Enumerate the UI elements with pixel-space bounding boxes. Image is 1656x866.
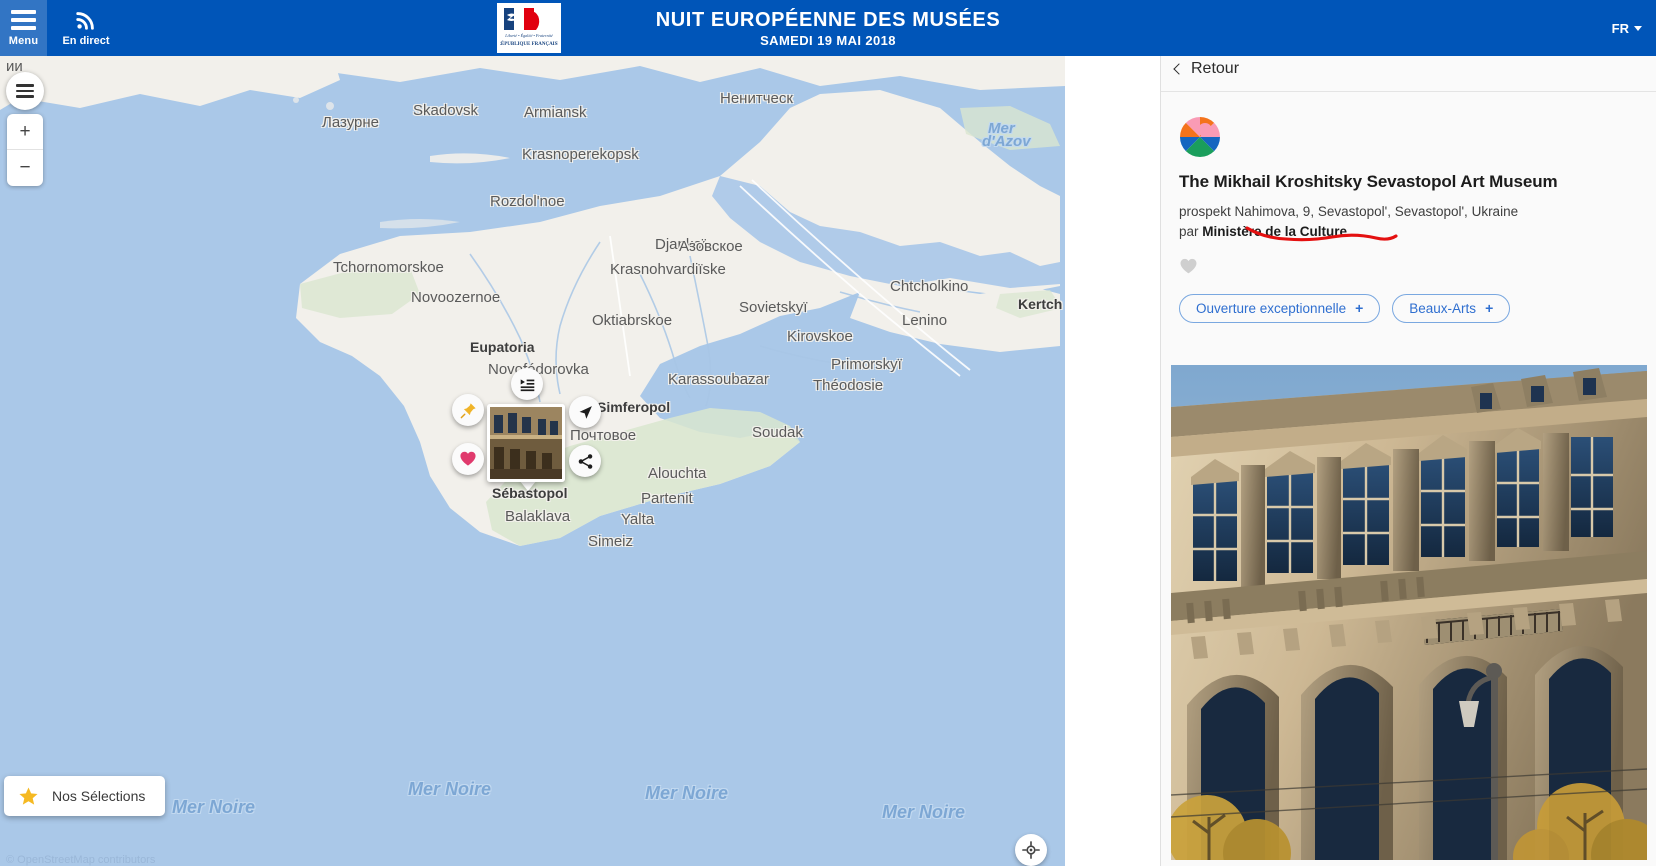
menu-button[interactable]: Menu xyxy=(0,0,47,56)
navigate-icon xyxy=(579,405,592,419)
poi-share-button[interactable] xyxy=(569,445,601,477)
live-label: En direct xyxy=(62,35,110,47)
tag-label: Ouverture exceptionnelle xyxy=(1196,300,1347,316)
svg-text:RÉPUBLIQUE FRANÇAISE: RÉPUBLIQUE FRANÇAISE xyxy=(500,41,558,47)
heart-outline-icon[interactable] xyxy=(1179,257,1198,276)
zoom-out-button[interactable]: − xyxy=(7,150,43,186)
plus-icon: + xyxy=(1485,300,1494,316)
map-menu-icon xyxy=(16,84,34,98)
poi-list-button[interactable] xyxy=(511,368,543,400)
event-title-block: NUIT EUROPÉENNE DES MUSÉES SAMEDI 19 MAI… xyxy=(0,0,1656,56)
venue-title: The Mikhail Kroshitsky Sevastopol Art Mu… xyxy=(1179,172,1558,191)
star-icon xyxy=(19,786,38,805)
venue-detail-panel: Retour The Mikhail Kroshitsky Sevastopol… xyxy=(1160,46,1656,866)
venue-thumbnail-image xyxy=(490,407,562,479)
venue-organizer-prefix: par xyxy=(1179,224,1203,240)
plus-icon: + xyxy=(1355,300,1364,316)
venue-photo-image xyxy=(1171,365,1647,860)
heart-icon xyxy=(460,451,476,466)
poi-pin-button[interactable] xyxy=(452,394,484,426)
venue-address: prospekt Nahimova, 9, Sevastopol', Sevas… xyxy=(1179,204,1519,219)
republique-francaise-logo[interactable]: Liberté • Égalité • Fraternité RÉPUBLIQU… xyxy=(497,3,561,53)
menu-label: Menu xyxy=(8,34,39,47)
rss-icon xyxy=(76,12,94,30)
chevron-left-icon xyxy=(1173,62,1185,75)
zoom-controls: + − xyxy=(7,114,43,186)
venue-organizer: par Ministère de la Culture xyxy=(1179,222,1638,242)
page-title: NUIT EUROPÉENNE DES MUSÉES xyxy=(655,8,1001,31)
zoom-in-button[interactable]: + xyxy=(7,114,43,150)
tag-beaux-arts[interactable]: Beaux-Arts + xyxy=(1392,293,1511,323)
list-icon xyxy=(520,378,534,391)
map-menu-button[interactable] xyxy=(6,72,44,110)
poi-navigate-button[interactable] xyxy=(569,396,601,428)
tag-label: Beaux-Arts xyxy=(1409,300,1477,316)
language-selector[interactable]: FR xyxy=(1612,0,1642,56)
back-label: Retour xyxy=(1191,59,1240,77)
live-button[interactable]: En direct xyxy=(55,0,117,56)
poi-thumbnail[interactable] xyxy=(487,404,565,482)
page-root: Menu En direct Liberté • Égalité • Frate… xyxy=(0,0,1656,866)
venue-photo[interactable] xyxy=(1171,365,1647,860)
geolocate-button[interactable] xyxy=(1015,834,1047,866)
share-icon xyxy=(578,453,592,469)
selections-button[interactable]: Nos Sélections xyxy=(4,776,166,816)
venue-tags: Ouverture exceptionnelle + Beaux-Arts + xyxy=(1179,293,1638,323)
tag-ouverture-exceptionnelle[interactable]: Ouverture exceptionnelle + xyxy=(1179,293,1381,323)
back-button[interactable]: Retour xyxy=(1173,59,1240,78)
favorite-row xyxy=(1179,257,1638,276)
selections-label: Nos Sélections xyxy=(52,788,146,804)
chevron-down-icon xyxy=(1634,25,1642,31)
page-subtitle: SAMEDI 19 MAI 2018 xyxy=(760,32,896,48)
poi-favorite-button[interactable] xyxy=(452,443,484,475)
site-header: Menu En direct Liberté • Égalité • Frate… xyxy=(0,0,1656,56)
crosshair-icon xyxy=(1022,841,1040,859)
language-current: FR xyxy=(1611,20,1629,36)
panel-content: The Mikhail Kroshitsky Sevastopol Art Mu… xyxy=(1161,92,1656,323)
pin-icon xyxy=(460,402,476,418)
map-canvas[interactable]: ии Лазурне Skadovsk Armiansk Ненитческ Krasno… xyxy=(0,46,1065,866)
venue-organizer-name: Ministère de la Culture xyxy=(1202,224,1348,240)
marianne-logo-icon: Liberté • Égalité • Fraternité RÉPUBLIQU… xyxy=(500,8,558,47)
svg-text:Liberté • Égalité • Fraternité: Liberté • Égalité • Fraternité xyxy=(504,33,553,38)
pinwheel-logo-icon xyxy=(1180,117,1220,157)
hamburger-icon xyxy=(11,9,36,30)
